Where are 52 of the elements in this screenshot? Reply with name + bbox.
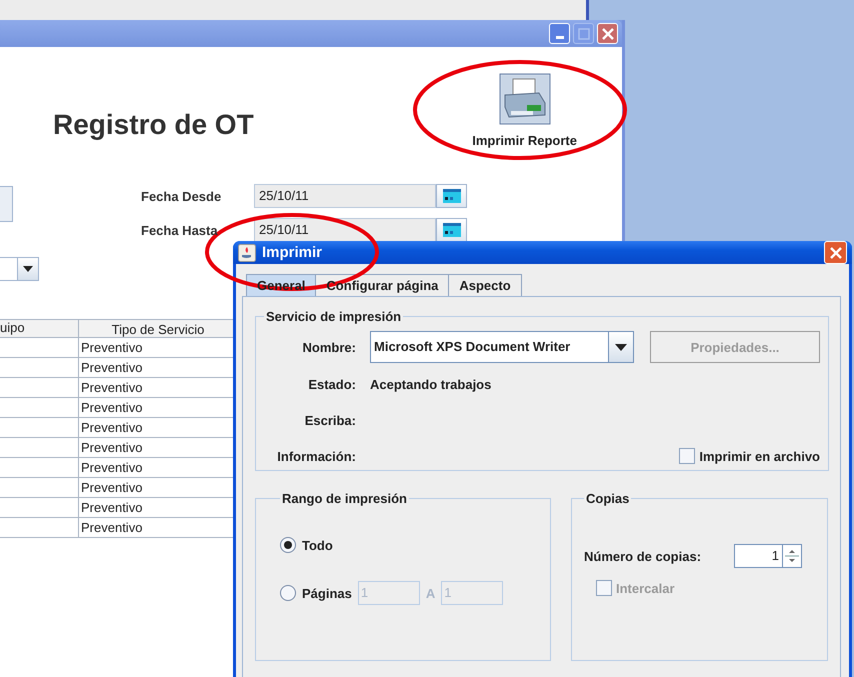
printer-icon [498, 73, 551, 125]
java-cup-icon [238, 244, 256, 262]
status-value: Aceptando trabajos [370, 376, 492, 392]
print-report-button[interactable]: Imprimir Reporte [472, 73, 577, 148]
printer-dropdown[interactable]: Microsoft XPS Document Writer [370, 331, 634, 363]
field-label: Escriba: [304, 412, 356, 428]
tab[interactable]: Aspecto [448, 274, 522, 296]
to-label: A [426, 586, 436, 600]
date-field[interactable]: 25/10/11 [254, 218, 436, 242]
table-cell-text: Preventivo [80, 399, 144, 417]
minimize-icon [556, 36, 564, 39]
calendar-button[interactable] [436, 218, 467, 242]
table-cell-text: Preventivo [80, 479, 144, 497]
maximize-icon [578, 28, 590, 40]
field-label: Nombre: [302, 340, 356, 354]
copies-spinner[interactable]: 1 [734, 544, 802, 568]
minimize-button[interactable] [549, 23, 570, 44]
table-cell-text: Preventivo [80, 419, 144, 437]
tab[interactable]: Configurar página [315, 274, 450, 296]
column-header[interactable]: uipo [0, 320, 79, 337]
field-label: Información: [276, 448, 356, 464]
calendar-button[interactable] [436, 184, 467, 208]
print-to-file-checkbox[interactable]: Imprimir en archivo [679, 448, 820, 464]
calendar-icon [442, 223, 460, 237]
date-field[interactable]: 25/10/11 [254, 184, 436, 208]
table-cell-text: Preventivo [80, 379, 144, 397]
table-cell-text: Preventivo [80, 439, 144, 457]
caret-icon [615, 344, 627, 350]
close-icon [828, 246, 842, 260]
date-label: Fecha Desde [141, 188, 222, 204]
table-cell-text: Preventivo [80, 339, 144, 357]
field-label: Estado: [307, 376, 356, 392]
table-cell-text: Preventivo [80, 499, 144, 517]
calendar-icon [442, 189, 460, 203]
close-button[interactable] [597, 23, 618, 44]
caret-icon [23, 266, 33, 272]
date-label: Fecha Hasta [141, 222, 219, 238]
close-button[interactable] [824, 241, 847, 264]
column-header[interactable]: Tipo de Servicio [79, 320, 235, 337]
radio-button[interactable]: Todo [280, 537, 333, 553]
table-cell-text: Preventivo [80, 519, 144, 537]
field-label: Número de copias: [584, 548, 702, 564]
group-title: Rango de impresión [281, 491, 408, 506]
group-title: Servicio de impresión [265, 309, 402, 324]
dropdown[interactable] [0, 257, 39, 281]
group-title: Copias [585, 491, 630, 506]
close-icon [600, 26, 614, 40]
table-cell-text: Preventivo [80, 359, 144, 377]
radio-button[interactable]: Páginas [280, 585, 352, 601]
dialog-title: Imprimir [262, 244, 322, 261]
page-heading: Registro de OT [53, 109, 254, 141]
table-cell-text: Preventivo [80, 459, 144, 477]
